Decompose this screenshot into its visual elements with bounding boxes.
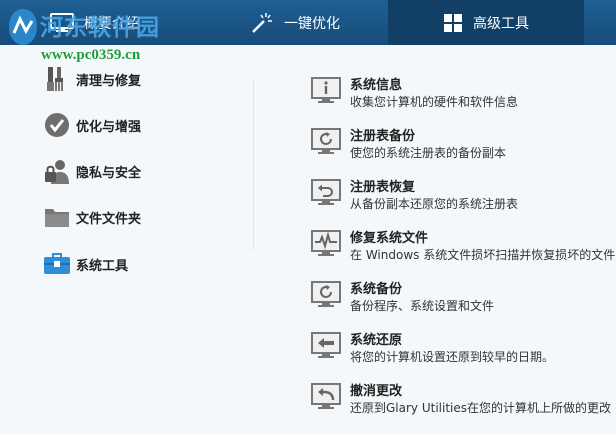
tool-registry-backup[interactable]: 注册表备份 使您的系统注册表的备份副本	[311, 125, 616, 165]
tool-title: 修复系统文件	[350, 231, 429, 246]
tool-repair-system-files[interactable]: 修复系统文件 在 Windows 系统文件损坏扫描并恢复损坏的文件 ‹	[311, 227, 616, 267]
panel-divider	[253, 80, 254, 250]
nav-item-optimize-enhance[interactable]: 优化与增强	[43, 110, 141, 140]
watermark-title: 河东软件园	[40, 15, 160, 41]
lock-user-icon	[43, 156, 71, 186]
tool-title: 注册表备份	[350, 129, 416, 144]
nav-item-label: 系统工具	[76, 258, 129, 274]
undo-monitor-icon	[311, 383, 341, 415]
tool-undo-changes[interactable]: 撤消更改 还原到Glary Utilities在您的计算机上所做的更改	[311, 380, 616, 420]
tool-registry-restore[interactable]: 注册表恢复 从备份副本还原您的系统注册表	[311, 176, 616, 216]
tool-title: 系统备份	[350, 282, 403, 297]
tool-description: 在 Windows 系统文件损坏扫描并恢复损坏的文件 ‹	[350, 248, 616, 262]
tool-description: 从备份副本还原您的系统注册表	[350, 197, 519, 211]
refresh-monitor-icon	[311, 128, 341, 160]
tool-title: 注册表恢复	[350, 180, 416, 195]
info-monitor-icon	[311, 77, 341, 109]
magic-wand-icon	[250, 11, 274, 35]
checkmark-icon	[43, 110, 71, 140]
grid-icon	[443, 13, 463, 33]
nav-item-privacy-security[interactable]: 隐私与安全	[43, 156, 141, 186]
tool-system-restore[interactable]: 系统还原 将您的计算机设置还原到较早的日期。	[311, 329, 616, 369]
tool-description: 使您的系统注册表的备份副本	[350, 146, 507, 160]
backup-monitor-icon	[311, 281, 341, 313]
tool-title: 系统还原	[350, 333, 403, 348]
brush-icon	[43, 64, 71, 94]
toolbox-icon	[43, 249, 71, 279]
nav-item-label: 文件文件夹	[76, 211, 142, 227]
restore-monitor-icon	[311, 179, 341, 211]
watermark-logo-icon	[6, 7, 40, 51]
pulse-monitor-icon	[311, 230, 341, 262]
tool-description: 收集您计算机的硬件和软件信息	[350, 95, 519, 109]
folder-icon	[43, 202, 71, 232]
tool-description: 备份程序、系统设置和文件	[350, 299, 495, 313]
nav-item-label: 优化与增强	[76, 119, 142, 135]
tool-title: 撤消更改	[350, 384, 403, 399]
nav-item-label: 隐私与安全	[76, 165, 142, 181]
nav-item-label: 清理与修复	[76, 73, 142, 89]
nav-item-system-tools[interactable]: 系统工具	[43, 249, 128, 279]
tool-system-info[interactable]: 系统信息 收集您计算机的硬件和软件信息	[311, 74, 616, 114]
tool-description: 将您的计算机设置还原到较早的日期。	[350, 350, 555, 364]
tab-one-click-optimize[interactable]: 一键优化	[250, 0, 340, 45]
tool-description: 还原到Glary Utilities在您的计算机上所做的更改	[350, 401, 612, 415]
tool-system-backup[interactable]: 系统备份 备份程序、系统设置和文件	[311, 278, 616, 318]
nav-item-files-folders[interactable]: 文件文件夹	[43, 202, 141, 232]
tab-advanced-tools[interactable]: 高级工具	[388, 0, 584, 45]
tab-advanced-tools-label: 高级工具	[473, 15, 529, 32]
watermark-url: www.pc0359.cn	[41, 47, 141, 63]
back-arrow-monitor-icon	[311, 332, 341, 364]
tab-one-click-optimize-label: 一键优化	[284, 15, 340, 32]
nav-item-clean-repair[interactable]: 清理与修复	[43, 64, 141, 94]
tool-title: 系统信息	[350, 78, 403, 93]
